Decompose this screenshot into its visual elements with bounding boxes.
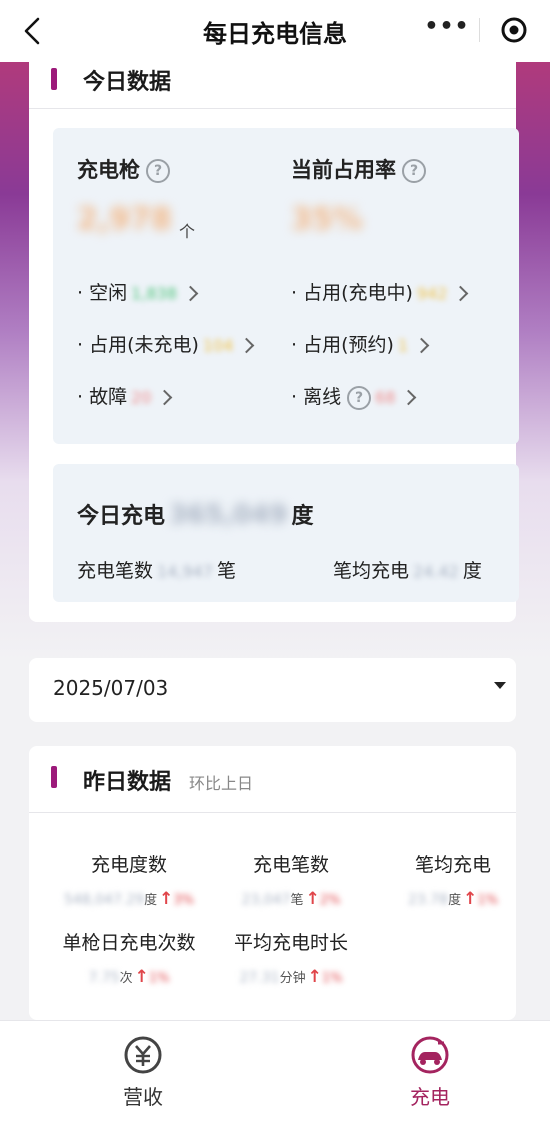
metric-avg-charge: 笔均充电 23.78度 ↑1% bbox=[408, 854, 498, 909]
section-accent-bar bbox=[51, 766, 57, 788]
fault-guns-item[interactable]: · 故障 20 bbox=[77, 382, 173, 409]
chevron-right-icon bbox=[239, 337, 255, 354]
target-icon[interactable] bbox=[488, 10, 540, 50]
charger-gun-total: 2,978 bbox=[77, 202, 172, 237]
section-accent-bar bbox=[51, 68, 57, 90]
chevron-right-icon bbox=[182, 285, 199, 302]
offline-item[interactable]: · 离线? 68 bbox=[291, 382, 417, 410]
help-icon[interactable]: ? bbox=[146, 159, 170, 183]
charger-gun-title: 充电枪? bbox=[77, 154, 170, 184]
yuan-icon bbox=[124, 1036, 162, 1074]
charger-gun-unit: 个 bbox=[179, 222, 196, 241]
chevron-right-icon bbox=[453, 285, 469, 302]
idle-guns-item[interactable]: · 空闲 1,838 bbox=[77, 278, 199, 305]
today-charge-box: 今日充电 365,049 度 充电笔数 14,947 笔 笔均充电 24.42 度 bbox=[53, 464, 519, 602]
arrow-up-icon: ↑ bbox=[307, 967, 322, 987]
tab-charging[interactable]: 充电 bbox=[370, 1035, 490, 1110]
occupied-not-charging-item[interactable]: · 占用(未充电) 104 bbox=[77, 330, 255, 357]
date-value: 2025/07/03 bbox=[53, 676, 169, 700]
yesterday-section-title: 昨日数据 bbox=[83, 770, 172, 795]
ev-charging-icon bbox=[411, 1036, 449, 1074]
metric-charge-count: 充电笔数 23,047笔 ↑2% bbox=[241, 854, 341, 909]
today-charge-total: 今日充电 365,049 度 bbox=[77, 500, 314, 530]
dropdown-caret-icon bbox=[494, 682, 506, 689]
capsule-divider bbox=[479, 18, 480, 42]
yesterday-section-header: 昨日数据 环比上日 bbox=[29, 746, 516, 813]
bottom-tab-bar: 营收 充电 bbox=[0, 1020, 550, 1136]
charge-count-row: 充电笔数 14,947 笔 bbox=[77, 560, 237, 582]
tab-revenue[interactable]: 营收 bbox=[83, 1035, 203, 1110]
top-bar: 每日充电信息 ••• bbox=[0, 0, 550, 62]
help-icon[interactable]: ? bbox=[347, 385, 372, 410]
metric-daily-charges-per-gun: 单枪日充电次数 7.75次 ↑1% bbox=[62, 932, 196, 987]
metric-charge-kwh: 充电度数 548,047.29度 ↑3% bbox=[63, 854, 195, 909]
more-dots-icon[interactable]: ••• bbox=[416, 10, 478, 50]
chevron-right-icon bbox=[157, 389, 173, 406]
arrow-up-icon: ↑ bbox=[134, 967, 149, 987]
arrow-up-icon: ↑ bbox=[305, 889, 320, 909]
yesterday-data-card: 昨日数据 环比上日 充电度数 548,047.29度 ↑3% 充电笔数 23,04… bbox=[29, 746, 516, 1020]
avg-charge-row: 笔均充电 24.42 度 bbox=[333, 560, 482, 582]
mini-program-capsule: ••• bbox=[416, 10, 542, 50]
occupied-reserved-item[interactable]: · 占用(预约) 1 bbox=[291, 330, 430, 357]
charger-stats-box: 充电枪? 2,978 个 · 空闲 1,838 · 占用(未充电) 104 · 故障… bbox=[53, 128, 519, 444]
occupied-charging-item[interactable]: · 占用(充电中) 942 bbox=[291, 278, 469, 305]
today-section-title: 今日数据 bbox=[83, 70, 172, 95]
today-section-header: 今日数据 bbox=[29, 62, 516, 109]
comparison-note: 环比上日 bbox=[189, 774, 254, 793]
occupancy-column: 当前占用率? 35% · 占用(充电中) 942 · 占用(预约) 1 · 离线? 6… bbox=[291, 128, 501, 444]
tab-charging-label: 充电 bbox=[410, 1085, 450, 1109]
chevron-right-icon bbox=[401, 389, 417, 406]
arrow-up-icon: ↑ bbox=[463, 889, 478, 909]
tab-revenue-label: 营收 bbox=[123, 1085, 163, 1109]
chevron-right-icon bbox=[413, 337, 430, 354]
occupancy-rate: 35% bbox=[291, 202, 363, 237]
metric-avg-duration: 平均充电时长 27.31分钟 ↑1% bbox=[233, 932, 348, 987]
charger-gun-column: 充电枪? 2,978 个 · 空闲 1,838 · 占用(未充电) 104 · 故障… bbox=[77, 128, 287, 444]
occupancy-title: 当前占用率? bbox=[291, 154, 426, 184]
date-picker[interactable]: 2025/07/03 bbox=[29, 658, 516, 722]
help-icon[interactable]: ? bbox=[402, 159, 426, 183]
arrow-up-icon: ↑ bbox=[159, 889, 174, 909]
today-data-card: 今日数据 充电枪? 2,978 个 · 空闲 1,838 · 占用(未充电) 104… bbox=[29, 62, 519, 622]
